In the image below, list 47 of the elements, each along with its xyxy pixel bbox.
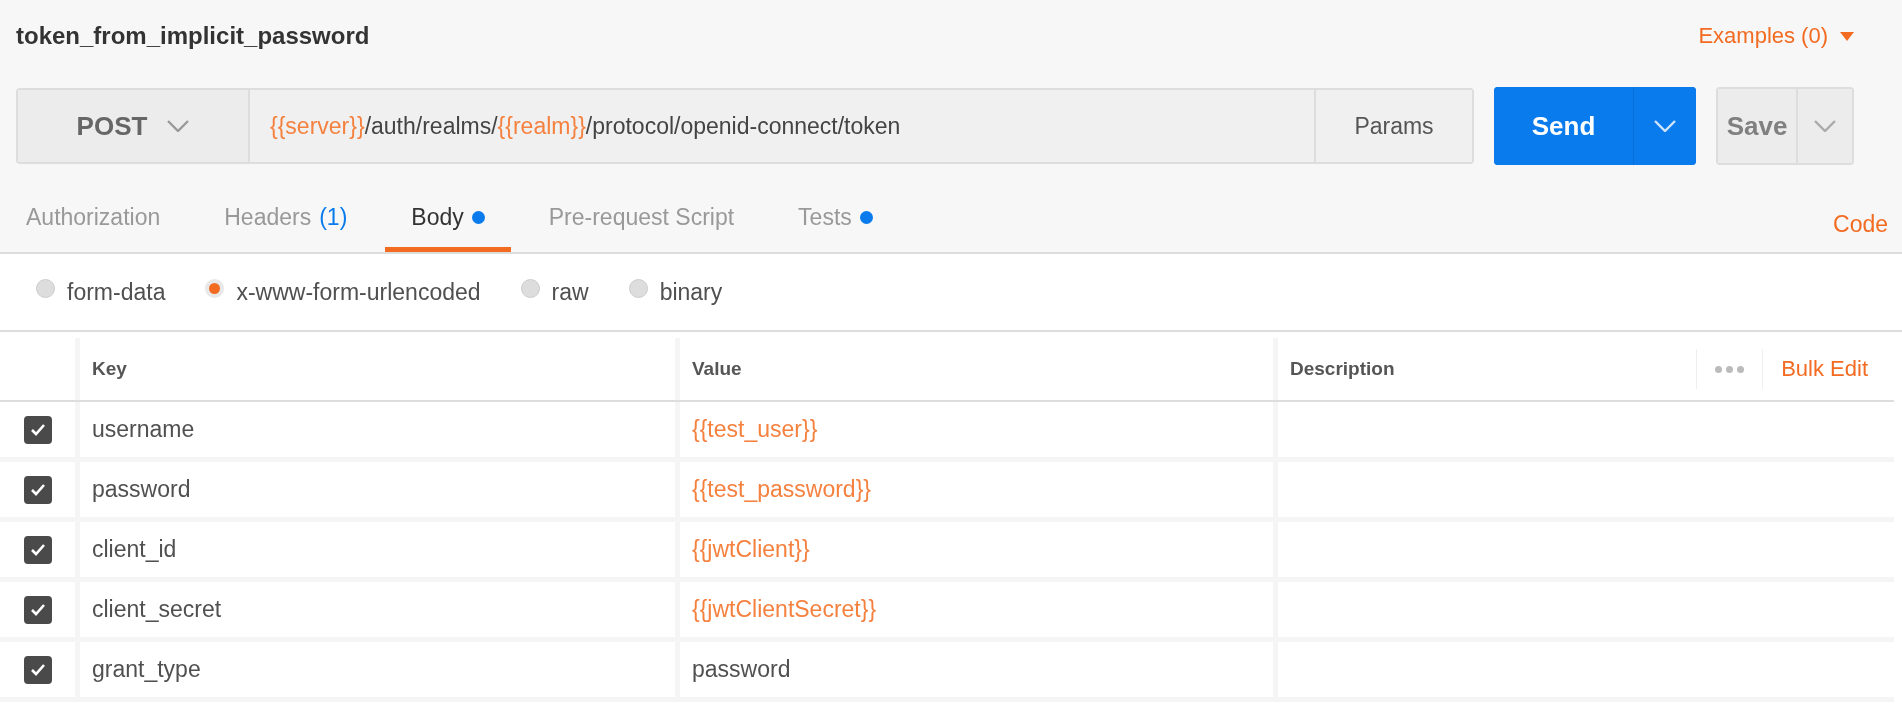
examples-dropdown[interactable]: Examples (0): [1698, 23, 1854, 49]
checkmark-icon: [29, 603, 46, 616]
radio-button[interactable]: [628, 278, 648, 298]
chevron-down-icon: [1814, 120, 1836, 132]
checkbox[interactable]: [23, 475, 52, 504]
send-button[interactable]: Send: [1494, 87, 1634, 165]
checkbox[interactable]: [23, 655, 52, 684]
radio-label[interactable]: form-data: [67, 278, 166, 306]
radio-button[interactable]: [205, 278, 225, 298]
column-header: Value: [680, 338, 1278, 400]
more-options-icon[interactable]: [1696, 349, 1764, 389]
radio-button[interactable]: [520, 278, 540, 298]
radio-button[interactable]: [36, 278, 55, 298]
tab[interactable]: Tests: [772, 204, 899, 252]
key-cell[interactable]: client_id: [80, 522, 680, 577]
value-cell[interactable]: {{test_password}}: [680, 462, 1278, 517]
tab[interactable]: Pre-request Script: [522, 204, 761, 252]
bulk-edit-link[interactable]: Bulk Edit: [1763, 356, 1894, 382]
key-cell[interactable]: client_secret: [80, 582, 680, 637]
key-cell[interactable]: username: [80, 402, 680, 457]
save-button[interactable]: Save: [1718, 89, 1798, 163]
radio-label[interactable]: x-www-form-urlencoded: [236, 278, 481, 306]
tab[interactable]: Headers (1): [198, 204, 374, 252]
checkmark-icon: [29, 483, 46, 496]
column-header: Key: [80, 338, 680, 400]
column-header: Description: [1290, 358, 1396, 380]
checkbox[interactable]: [23, 595, 52, 624]
value-cell[interactable]: password: [680, 642, 1278, 697]
radio-label[interactable]: binary: [659, 278, 723, 306]
key-cell[interactable]: grant_type: [80, 642, 680, 697]
checkmark-icon: [29, 423, 46, 436]
code-link[interactable]: Code: [1833, 211, 1888, 252]
tab[interactable]: Body: [385, 204, 511, 252]
tab-count: (1): [319, 204, 348, 231]
checkmark-icon: [29, 543, 46, 556]
value-cell[interactable]: {{test_user}}: [680, 402, 1278, 457]
checkmark-icon: [29, 663, 46, 676]
checkbox[interactable]: [23, 415, 52, 444]
checkbox[interactable]: [23, 535, 52, 564]
value-cell[interactable]: {{jwtClientSecret}}: [680, 582, 1278, 637]
tab[interactable]: Authorization: [0, 204, 187, 252]
caret-icon: [1840, 31, 1854, 41]
key-cell[interactable]: password: [80, 462, 680, 517]
value-cell[interactable]: {{jwtClient}}: [680, 522, 1278, 577]
request-title: token_from_implicit_password: [16, 22, 370, 50]
chevron-down-icon: [1654, 120, 1676, 132]
radio-label[interactable]: raw: [551, 278, 589, 306]
